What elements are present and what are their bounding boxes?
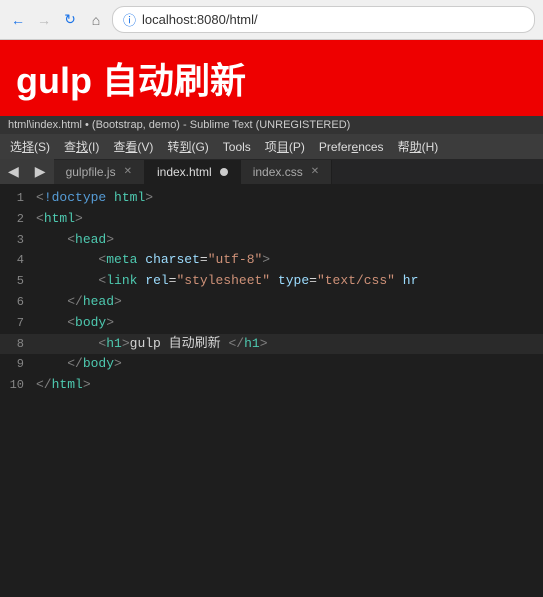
sublime-editor: html\index.html • (Bootstrap, demo) - Su… xyxy=(0,116,543,400)
line-content-6: </head> xyxy=(36,292,543,313)
menu-view[interactable]: 查看(V) xyxy=(107,136,159,157)
code-line-4: 4 <meta charset="utf-8"> xyxy=(0,250,543,271)
webpage-banner: gulp 自动刷新 xyxy=(0,40,543,116)
menu-preferences[interactable]: Preferences xyxy=(313,138,390,156)
tab-index-html-label: index.html xyxy=(157,165,212,179)
tab-index-html-dot xyxy=(220,168,228,176)
line-num-5: 5 xyxy=(0,272,36,291)
code-line-6: 6 </head> xyxy=(0,292,543,313)
tab-index-html[interactable]: index.html xyxy=(145,160,241,184)
menu-project[interactable]: 项目(P) xyxy=(259,136,311,157)
tab-gulpfile-label: gulpfile.js xyxy=(66,165,116,179)
line-num-7: 7 xyxy=(0,314,36,333)
code-line-7: 7 <body> xyxy=(0,313,543,334)
line-num-8: 8 xyxy=(0,335,36,354)
tab-next-button[interactable]: ▶ xyxy=(27,159,54,184)
code-editor: 1 <!doctype html> 2 <html> 3 <head> 4 <m… xyxy=(0,184,543,400)
tab-index-css-label: index.css xyxy=(253,165,303,179)
sublime-menubar: 选择(S) 查找(I) 查看(V) 转到(G) Tools 项目(P) Pref… xyxy=(0,134,543,159)
menu-find[interactable]: 查找(I) xyxy=(58,136,105,157)
url-text: localhost:8080/html/ xyxy=(142,12,258,27)
line-num-10: 10 xyxy=(0,376,36,395)
webpage-heading: gulp 自动刷新 xyxy=(16,52,527,104)
forward-button[interactable]: → xyxy=(34,10,54,30)
code-line-5: 5 <link rel="stylesheet" type="text/css"… xyxy=(0,271,543,292)
menu-goto[interactable]: 转到(G) xyxy=(161,136,214,157)
menu-select[interactable]: 选择(S) xyxy=(4,136,56,157)
line-num-6: 6 xyxy=(0,293,36,312)
code-line-3: 3 <head> xyxy=(0,230,543,251)
line-content-5: <link rel="stylesheet" type="text/css" h… xyxy=(36,271,543,292)
line-content-1: <!doctype html> xyxy=(36,188,543,209)
address-bar[interactable]: ⓘ localhost:8080/html/ xyxy=(112,6,535,33)
reload-button[interactable]: ↻ xyxy=(60,10,80,30)
back-button[interactable]: ← xyxy=(8,10,28,30)
line-content-7: <body> xyxy=(36,313,543,334)
line-content-4: <meta charset="utf-8"> xyxy=(36,250,543,271)
tab-index-css-close[interactable]: ✕ xyxy=(311,166,319,177)
line-content-9: </body> xyxy=(36,354,543,375)
line-num-9: 9 xyxy=(0,355,36,374)
line-num-4: 4 xyxy=(0,251,36,270)
code-line-1: 1 <!doctype html> xyxy=(0,188,543,209)
home-button[interactable]: ⌂ xyxy=(86,10,106,30)
line-content-8: <h1>gulp 自动刷新 </h1> xyxy=(36,334,543,355)
code-line-8: 8 <h1>gulp 自动刷新 </h1> xyxy=(0,334,543,355)
info-icon: ⓘ xyxy=(123,10,136,29)
line-content-10: </html> xyxy=(36,375,543,396)
code-line-10: 10 </html> xyxy=(0,375,543,396)
browser-toolbar: ← → ↻ ⌂ ⓘ localhost:8080/html/ xyxy=(0,0,543,39)
browser-chrome: ← → ↻ ⌂ ⓘ localhost:8080/html/ xyxy=(0,0,543,40)
webpage-content: gulp 自动刷新 xyxy=(0,40,543,116)
code-line-2: 2 <html> xyxy=(0,209,543,230)
line-num-1: 1 xyxy=(0,189,36,208)
tab-index-css[interactable]: index.css ✕ xyxy=(241,160,332,184)
code-line-9: 9 </body> xyxy=(0,354,543,375)
line-content-3: <head> xyxy=(36,230,543,251)
menu-tools[interactable]: Tools xyxy=(217,138,257,156)
tab-gulpfile-close[interactable]: ✕ xyxy=(124,166,132,177)
line-num-2: 2 xyxy=(0,210,36,229)
tab-gulpfile[interactable]: gulpfile.js ✕ xyxy=(54,160,145,184)
sublime-titlebar: html\index.html • (Bootstrap, demo) - Su… xyxy=(0,116,543,134)
menu-help[interactable]: 帮助(H) xyxy=(392,136,445,157)
line-content-2: <html> xyxy=(36,209,543,230)
tabs-bar: ◀ ▶ gulpfile.js ✕ index.html index.css ✕ xyxy=(0,159,543,184)
tab-prev-button[interactable]: ◀ xyxy=(0,159,27,184)
line-num-3: 3 xyxy=(0,231,36,250)
